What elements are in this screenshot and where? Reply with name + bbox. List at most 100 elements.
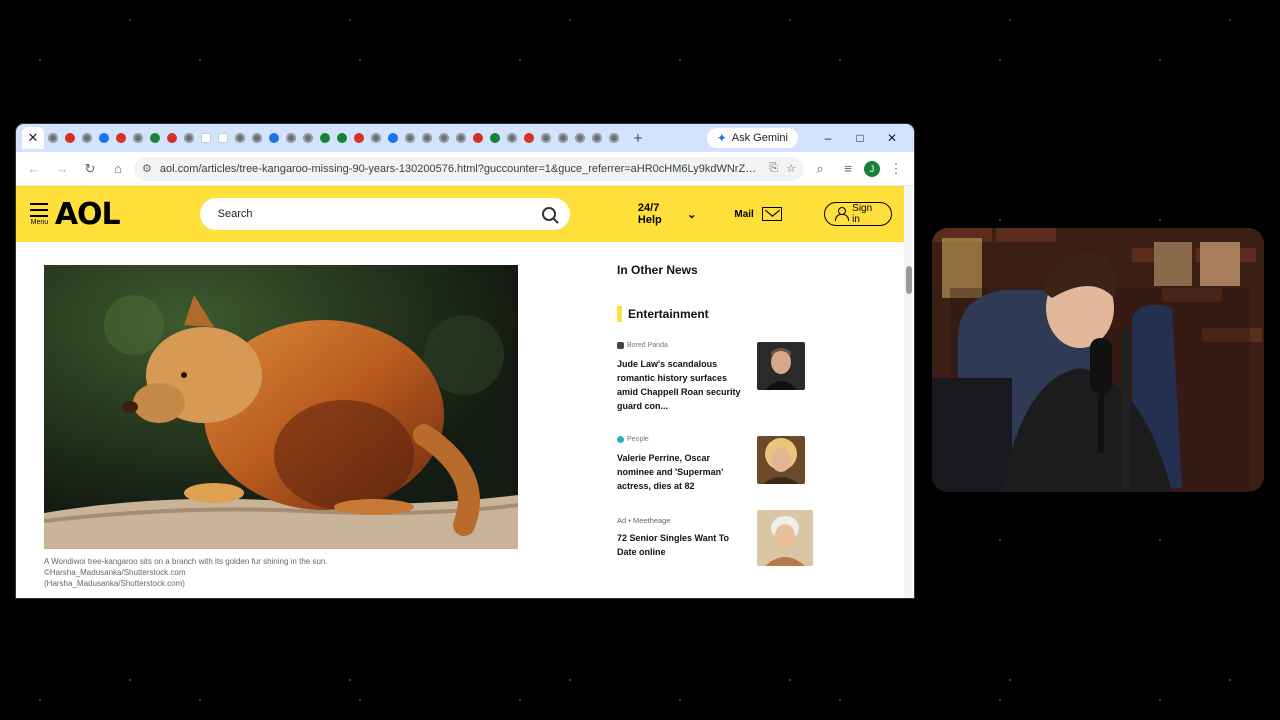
help-dropdown[interactable]: 24/7 Help ⌄ [638, 202, 696, 226]
ad-headline[interactable]: 72 Senior Singles Want To Date online [617, 531, 749, 559]
caption-line: A Wondiwoi tree-kangaroo sits on a branc… [44, 557, 328, 566]
back-arrow-icon[interactable]: ← [22, 157, 46, 181]
section-accent-bar [617, 306, 622, 322]
tab-favicon-icon[interactable] [95, 124, 112, 152]
tree-kangaroo-photo [44, 265, 518, 549]
extensions-icon[interactable]: ≡ [836, 157, 860, 181]
bored-panda-logo-icon [617, 342, 624, 349]
lens-icon[interactable]: ⌕ [808, 157, 832, 181]
aol-page: Menu AOL Search 24/7 Help ⌄ Mail Sign in [16, 186, 914, 598]
tab-favicon-icon[interactable] [503, 124, 520, 152]
aol-header: Menu AOL Search 24/7 Help ⌄ Mail Sign in [16, 186, 904, 242]
news-item[interactable]: People Valerie Perrine, Oscar nominee an… [617, 436, 805, 493]
browser-window: ✕ + ✦ Ask Gemini – □ ✕ ← → ↻ ⌂ ⚙ aol.com… [16, 124, 914, 598]
search-icon[interactable] [541, 207, 556, 221]
tab-favicon-icon[interactable] [367, 124, 384, 152]
tab-favicon-icon[interactable] [282, 124, 299, 152]
tab-favicon-icon[interactable] [265, 124, 282, 152]
install-app-icon[interactable]: ⎘ [769, 162, 778, 175]
minimize-button[interactable]: – [812, 131, 844, 145]
article-hero-image[interactable] [44, 265, 518, 549]
tab-favicon-icon[interactable] [384, 124, 401, 152]
tab-favicon-icon[interactable] [231, 124, 248, 152]
hamburger-icon [30, 202, 49, 217]
tab-favicon-icon[interactable] [163, 124, 180, 152]
tab-favicon-icon[interactable] [520, 124, 537, 152]
tab-favicon-icon[interactable] [197, 124, 214, 152]
webcam-overlay [932, 228, 1264, 492]
tab-favicon-icon[interactable] [350, 124, 367, 152]
tab-favicon-icon[interactable] [435, 124, 452, 152]
sign-in-label: Sign in [852, 203, 873, 225]
tab-favicon-icon[interactable] [146, 124, 163, 152]
maximize-button[interactable]: □ [844, 131, 876, 145]
tab-strip: ✕ + ✦ Ask Gemini – □ ✕ [16, 124, 914, 152]
browser-toolbar: ← → ↻ ⌂ ⚙ aol.com/articles/tree-kangaroo… [16, 152, 914, 186]
help-label: 24/7 Help [637, 202, 662, 226]
tab-favicon-icon[interactable] [61, 124, 78, 152]
tab-favicon-icon[interactable] [401, 124, 418, 152]
news-headline[interactable]: Jude Law's scandalous romantic history s… [617, 357, 749, 413]
tab-favicon-icon[interactable] [78, 124, 95, 152]
tab-favicon-icon[interactable] [129, 124, 146, 152]
tab-favicon-icon[interactable] [452, 124, 469, 152]
profile-avatar[interactable]: J [864, 160, 880, 177]
tab-favicon-icon[interactable] [112, 124, 129, 152]
new-tab-button[interactable]: + [628, 130, 648, 147]
chevron-down-icon: ⌄ [687, 208, 697, 221]
close-window-button[interactable]: ✕ [876, 131, 908, 145]
news-thumbnail[interactable] [757, 342, 805, 390]
news-item[interactable]: Bored Panda Jude Law's scandalous romant… [617, 342, 805, 413]
kebab-menu-icon[interactable]: ⋮ [884, 157, 908, 181]
reload-icon[interactable]: ↻ [78, 157, 102, 181]
aol-logo[interactable]: AOL [55, 197, 121, 232]
tab-favicon-icon[interactable] [486, 124, 503, 152]
mail-link[interactable]: Mail [734, 207, 782, 221]
site-settings-icon[interactable]: ⚙ [142, 162, 152, 175]
news-thumbnail[interactable] [757, 436, 805, 484]
bookmark-star-icon[interactable]: ☆ [786, 162, 796, 175]
search-input[interactable]: Search [199, 198, 570, 230]
tab-favicon-icon[interactable] [214, 124, 231, 152]
tab-list [44, 124, 622, 152]
tab-favicon-icon[interactable] [418, 124, 435, 152]
tab-favicon-icon[interactable] [469, 124, 486, 152]
portrait-thumbnail-icon [757, 510, 813, 566]
search-placeholder: Search [217, 208, 253, 220]
tab-favicon-icon[interactable] [605, 124, 622, 152]
tab-favicon-icon[interactable] [554, 124, 571, 152]
tab-favicon-icon[interactable] [537, 124, 554, 152]
scrollbar-thumb[interactable] [906, 266, 912, 294]
address-bar[interactable]: ⚙ aol.com/articles/tree-kangaroo-missing… [134, 156, 804, 181]
menu-button[interactable]: Menu [28, 202, 51, 226]
portrait-thumbnail-icon [757, 342, 805, 390]
home-icon[interactable]: ⌂ [106, 157, 130, 181]
news-headline[interactable]: Valerie Perrine, Oscar nominee and 'Supe… [617, 451, 749, 493]
tab-favicon-icon[interactable] [333, 124, 350, 152]
ad-thumbnail[interactable] [757, 510, 813, 566]
in-other-news-heading: In Other News [617, 263, 698, 277]
tab-favicon-icon[interactable] [588, 124, 605, 152]
ask-gemini-button[interactable]: ✦ Ask Gemini [706, 128, 798, 148]
ask-gemini-label: Ask Gemini [731, 132, 788, 144]
gemini-icon: ✦ [716, 131, 727, 145]
person-icon [834, 207, 850, 221]
sign-in-button[interactable]: Sign in [823, 202, 892, 226]
ad-item[interactable]: Ad • Meetheage 72 Senior Singles Want To… [617, 510, 813, 566]
forward-arrow-icon[interactable]: → [50, 157, 74, 181]
source-label: People [627, 436, 649, 443]
tab-favicon-icon[interactable] [316, 124, 333, 152]
tab-favicon-icon[interactable] [571, 124, 588, 152]
people-logo-icon [617, 436, 624, 443]
section-title[interactable]: Entertainment [628, 307, 709, 321]
tab-favicon-icon[interactable] [248, 124, 265, 152]
mail-label: Mail [734, 208, 754, 220]
page-scrollbar[interactable] [904, 186, 912, 598]
tab-favicon-icon[interactable] [180, 124, 197, 152]
section-header: Entertainment [617, 306, 709, 322]
tab-favicon-icon[interactable] [44, 124, 61, 152]
tab-favicon-icon[interactable] [299, 124, 316, 152]
url-text: aol.com/articles/tree-kangaroo-missing-9… [159, 162, 762, 175]
close-tab-icon[interactable]: ✕ [22, 127, 44, 149]
caption-credit: ©Harsha_Madusanka/Shutterstock.com [44, 568, 186, 577]
